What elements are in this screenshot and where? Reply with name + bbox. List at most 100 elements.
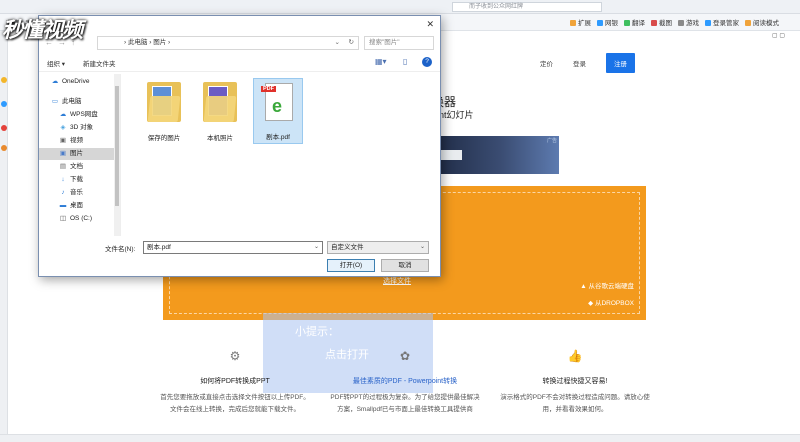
nav-item-videos[interactable]: ▣ 视频 [57, 135, 120, 147]
tool-login-manager[interactable]: 登录管家 [705, 17, 739, 27]
pdf-icon: PDF e [261, 83, 293, 121]
nav-login[interactable]: 登录 [573, 58, 586, 68]
choose-file-link[interactable]: 选择文件 [383, 276, 411, 286]
close-icon[interactable]: ✕ [426, 19, 434, 30]
search-input[interactable]: 搜索"图片" [364, 36, 434, 50]
path-text: › 此电脑 › 图片 › [124, 39, 171, 46]
nav-item-label: 桌面 [70, 202, 83, 209]
filetype-value: 自定义文件 [331, 244, 364, 251]
nav-item-label: 3D 对象 [70, 124, 94, 131]
feature-title: 如何将PDF转换成PPT [200, 378, 270, 385]
folder-icon [203, 82, 237, 122]
view-options-icon[interactable]: ▦▾ [375, 57, 387, 66]
nav-item-onedrive[interactable]: ☁ OneDrive [49, 76, 120, 88]
image-icon: ▣ [59, 150, 67, 157]
nav-item-downloads[interactable]: ↓ 下载 [57, 174, 120, 186]
nav-pricing[interactable]: 定价 [540, 58, 553, 68]
chevron-down-icon[interactable]: ⌄ [314, 242, 319, 253]
cloud-icon: ☁ [51, 78, 59, 85]
nav-item-3d[interactable]: ◈ 3D 对象 [57, 122, 120, 134]
nav-item-documents[interactable]: ▤ 文档 [57, 161, 120, 173]
nav-item-label: 图片 [70, 150, 83, 157]
file-open-dialog: ✕ ←→↑ › 此电脑 › 图片 › ⌄ ↻ 搜索"图片" 组织 ▾ 新建文件夹… [38, 15, 441, 277]
document-icon: ▤ [59, 163, 67, 170]
nav-item-label: 视频 [70, 137, 83, 144]
music-icon: ♪ [61, 189, 65, 196]
drive-icon: ◫ [59, 215, 67, 222]
nav-item-this-pc[interactable]: ▭ 此电脑 [49, 96, 120, 108]
chevron-down-icon[interactable]: ⌄ [420, 242, 425, 253]
nav-pane: ☁ OneDrive ▭ 此电脑 ☁ WPS网盘 ◈ 3D 对象 ▣ 视频 ▣ 图片 ▤ 文档… [39, 74, 121, 236]
filetype-select[interactable]: 自定义文件 ⌄ [327, 241, 429, 254]
google-drive-link[interactable]: ▲ 从谷歌云端硬盘 [580, 280, 634, 290]
chevron-down-icon[interactable]: ⌄ [335, 37, 340, 49]
filename-input[interactable]: 剧本.pdf ⌄ [143, 241, 323, 254]
feature-desc: 演示格式的PDF不会对转换过程造成问题。请放心使用，并看看效果如何。 [500, 394, 650, 413]
organize-button[interactable]: 组织 ▾ [47, 58, 65, 68]
settings-icon: ⚙ [229, 349, 241, 363]
sidebar-weibo-icon[interactable] [1, 125, 7, 131]
nav-item-music[interactable]: ♪ 音乐 [57, 187, 120, 199]
feature-title: 转换过程快捷又容易! [542, 378, 608, 385]
nav-item-desktop[interactable]: ▬ 桌面 [57, 200, 120, 212]
ad-banner[interactable]: 广告 [432, 136, 559, 174]
cancel-button[interactable]: 取消 [381, 259, 429, 272]
thumbs-up-icon: 👍 [567, 349, 583, 363]
refresh-icon[interactable]: ↻ [349, 37, 354, 49]
preview-pane-icon[interactable]: ▯ [403, 57, 407, 66]
file-name: 保存的图片 [147, 135, 181, 142]
feature-quality: ✿ 最佳素质的PDF - Powerpoint转换 PDF转PPT的过程极为复杂… [330, 346, 480, 416]
badge-icon: ✿ [399, 349, 411, 363]
sidebar-star-icon[interactable] [1, 77, 7, 83]
nav-item-label: 此电脑 [62, 98, 82, 105]
tool-reading-mode[interactable]: 阅读模式 [745, 17, 779, 27]
nav-pane-scrollbar[interactable] [114, 74, 120, 236]
dialog-command-bar: 组织 ▾ 新建文件夹 ▦▾ ▯ ? [39, 54, 440, 72]
file-list: 保存的图片 本机照片 PDF e 剧本.pdf [129, 78, 429, 158]
scrollbar-thumb[interactable] [115, 86, 119, 206]
nav-item-wps[interactable]: ☁ WPS网盘 [57, 109, 120, 121]
nav-item-pictures[interactable]: ▣ 图片 [39, 148, 115, 160]
video-icon: ▣ [59, 137, 67, 144]
tool-games[interactable]: 游戏 [678, 17, 699, 27]
feature-how-to: ⚙ 如何将PDF转换成PPT 首先您要拖放或直接点击选择文件按钮以上传PDF。文… [160, 346, 310, 416]
sidebar-item-icon[interactable] [1, 145, 7, 151]
cloud-icon: ☁ [59, 111, 67, 118]
new-folder-button[interactable]: 新建文件夹 [83, 58, 116, 68]
google-drive-label: 从谷歌云端硬盘 [588, 283, 635, 290]
feature-desc: PDF转PPT的过程极为复杂。为了给您提供最佳解决方案，Smallpdf已与市面… [330, 394, 480, 413]
sidebar-grid-icon[interactable] [1, 101, 7, 107]
dropbox-link[interactable]: ◆ 从DROPBOX [588, 297, 634, 307]
filename-value: 剧本.pdf [147, 244, 171, 251]
open-button[interactable]: 打开(O) [327, 259, 375, 272]
nav-item-label: 音乐 [70, 189, 83, 196]
filename-row: 文件名(N): 剧本.pdf ⌄ 自定义文件 ⌄ [39, 241, 440, 255]
tool-bank[interactable]: 网银 [597, 17, 618, 27]
watermark-logo: 秒懂视频 [2, 19, 83, 42]
nav-item-label: OS (C:) [70, 215, 93, 222]
tool-translate[interactable]: 翻译 [624, 17, 645, 27]
nav-item-label: 下载 [70, 176, 83, 183]
address-bar[interactable]: 而子收到公众网红牌 [452, 2, 602, 12]
nav-item-os-c[interactable]: ◫ OS (C:) [57, 213, 120, 225]
help-icon[interactable]: ? [422, 57, 432, 67]
file-item-folder-camera[interactable]: 本机照片 [195, 78, 245, 144]
file-name: 剧本.pdf [266, 134, 290, 141]
features-section: ⚙ 如何将PDF转换成PPT 首先您要拖放或直接点击选择文件按钮以上传PDF。文… [160, 346, 650, 416]
file-item-pdf[interactable]: PDF e 剧本.pdf [253, 78, 303, 144]
google-drive-icon: ▲ [580, 283, 589, 290]
browser-tools: 扩展 网银 翻译 截图 游戏 登录管家 阅读模式 [570, 17, 779, 27]
window-controls[interactable]: ▢ ▢ [772, 32, 785, 39]
nav-item-label: 文档 [70, 163, 83, 170]
tool-extensions[interactable]: 扩展 [570, 17, 591, 27]
nav-item-label: OneDrive [62, 78, 90, 85]
download-icon: ↓ [61, 176, 65, 183]
file-name: 本机照片 [207, 135, 233, 142]
tool-screenshot[interactable]: 截图 [651, 17, 672, 27]
browser-status-bar [0, 434, 800, 442]
cube-icon: ◈ [60, 124, 66, 131]
feature-fast: 👍 转换过程快捷又容易! 演示格式的PDF不会对转换过程造成问题。请放心使用，并… [500, 346, 650, 416]
path-breadcrumb[interactable]: › 此电脑 › 图片 › ⌄ ↻ [97, 36, 359, 50]
file-item-folder-saved[interactable]: 保存的图片 [139, 78, 189, 144]
register-button[interactable]: 注册 [606, 53, 635, 73]
